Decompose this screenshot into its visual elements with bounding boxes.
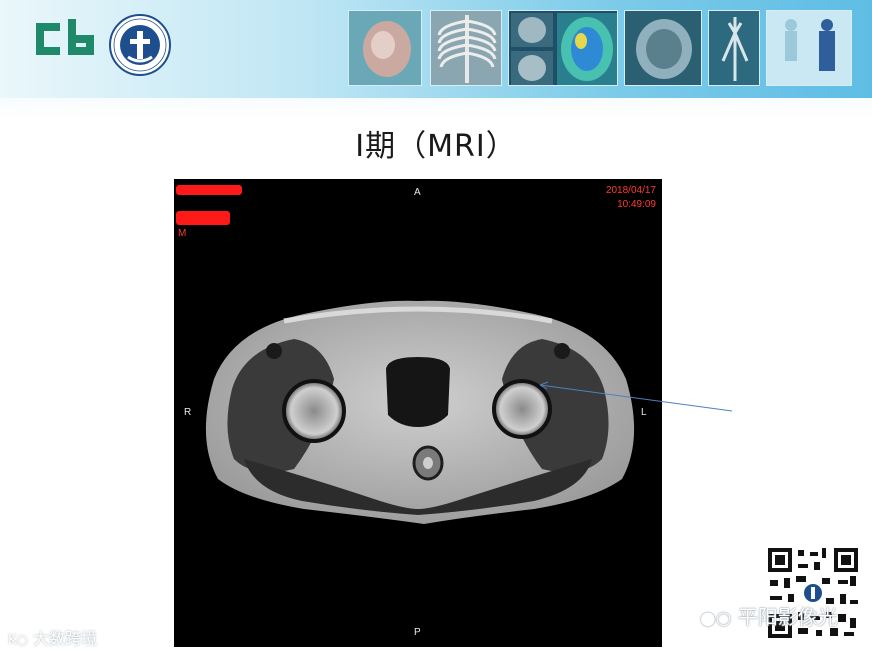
annotation-arrow-icon xyxy=(539,381,733,412)
watermark-source: K○ 大数跨境 xyxy=(8,629,97,648)
wechat-icon: ●○ xyxy=(700,608,732,629)
kc-logo-icon: K○ xyxy=(8,633,28,648)
watermark-account-name: ●○ 平阳影像光 xyxy=(700,605,838,629)
